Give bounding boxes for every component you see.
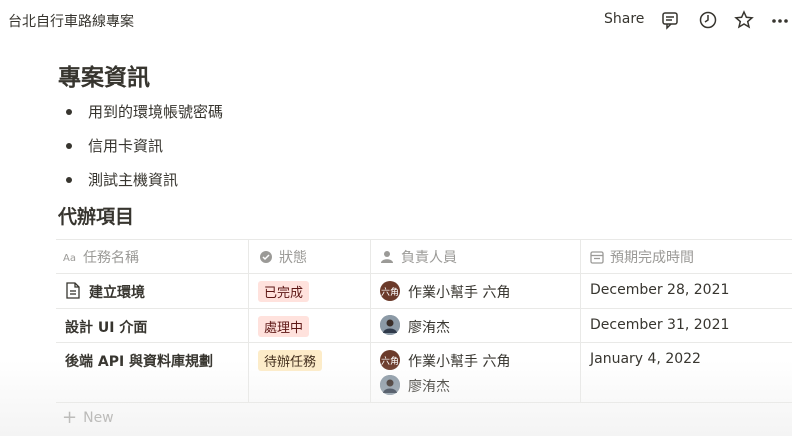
list-item-text: 信用卡資訊 bbox=[88, 137, 164, 155]
svg-text:Aa: Aa bbox=[63, 253, 76, 264]
status-badge[interactable]: 已完成 bbox=[258, 281, 310, 302]
star-icon[interactable] bbox=[734, 10, 754, 30]
calendar-icon bbox=[590, 251, 604, 264]
bottom-fade-overlay bbox=[0, 360, 792, 436]
status-icon bbox=[260, 251, 272, 263]
plus-icon: + bbox=[62, 407, 78, 428]
column-header-label: 任務名稱 bbox=[83, 250, 139, 266]
assignee-name[interactable]: 廖洧杰 bbox=[408, 317, 450, 337]
section-heading: 代辦項目 bbox=[58, 206, 135, 228]
page-icon bbox=[65, 282, 81, 303]
top-bar: 台北自行車路線專案 Share bbox=[0, 0, 792, 42]
new-row-label: New bbox=[83, 410, 114, 426]
column-header-due-date[interactable]: 預期完成時間 bbox=[590, 247, 694, 267]
column-header-label: 預期完成時間 bbox=[610, 250, 694, 266]
assignee-name[interactable]: 廖洧杰 bbox=[408, 376, 450, 396]
new-row-button[interactable]: + New bbox=[62, 407, 114, 428]
clock-icon[interactable] bbox=[698, 10, 718, 30]
column-header-status[interactable]: 狀態 bbox=[259, 247, 307, 267]
column-divider bbox=[248, 239, 249, 402]
status-badge[interactable]: 處理中 bbox=[258, 316, 310, 337]
comment-icon[interactable] bbox=[660, 10, 680, 30]
column-divider bbox=[580, 239, 581, 402]
status-badge[interactable]: 待辦任務 bbox=[258, 350, 323, 371]
task-name[interactable]: 設計 UI 介面 bbox=[65, 317, 147, 337]
column-header-task[interactable]: Aa 任務名稱 bbox=[63, 247, 139, 267]
table-border bbox=[56, 273, 792, 274]
bullet-dot bbox=[66, 109, 72, 115]
more-icon[interactable] bbox=[770, 10, 790, 30]
avatar: 六角 bbox=[380, 281, 400, 301]
breadcrumb-page-title[interactable]: 台北自行車路線專案 bbox=[8, 11, 134, 31]
task-name[interactable]: 建立環境 bbox=[89, 282, 145, 302]
table-border bbox=[56, 402, 792, 403]
list-item-text: 用到的環境帳號密碼 bbox=[88, 103, 224, 121]
page-heading: 專案資訊 bbox=[58, 65, 150, 91]
due-date[interactable]: December 31, 2021 bbox=[590, 317, 729, 333]
bullet-dot bbox=[66, 143, 72, 149]
avatar: 六角 bbox=[380, 350, 400, 370]
column-header-label: 負責人員 bbox=[401, 250, 457, 266]
list-item-text: 測試主機資訊 bbox=[88, 171, 179, 189]
task-name[interactable]: 後端 API 與資料庫規劃 bbox=[65, 351, 213, 371]
person-icon bbox=[381, 251, 393, 263]
due-date[interactable]: January 4, 2022 bbox=[590, 351, 701, 367]
avatar bbox=[380, 315, 400, 335]
column-header-label: 狀態 bbox=[279, 250, 307, 266]
avatar bbox=[380, 375, 400, 395]
column-header-assignee[interactable]: 負責人員 bbox=[381, 247, 457, 267]
table-border bbox=[56, 342, 792, 343]
table-border bbox=[56, 308, 792, 309]
assignee-name[interactable]: 作業小幫手 六角 bbox=[408, 282, 510, 302]
bullet-dot bbox=[66, 177, 72, 183]
text-property-icon: Aa bbox=[63, 253, 76, 264]
share-button[interactable]: Share bbox=[604, 11, 644, 27]
table-border bbox=[56, 239, 792, 240]
assignee-name[interactable]: 作業小幫手 六角 bbox=[408, 351, 510, 371]
column-divider bbox=[370, 239, 371, 402]
due-date[interactable]: December 28, 2021 bbox=[590, 282, 729, 298]
